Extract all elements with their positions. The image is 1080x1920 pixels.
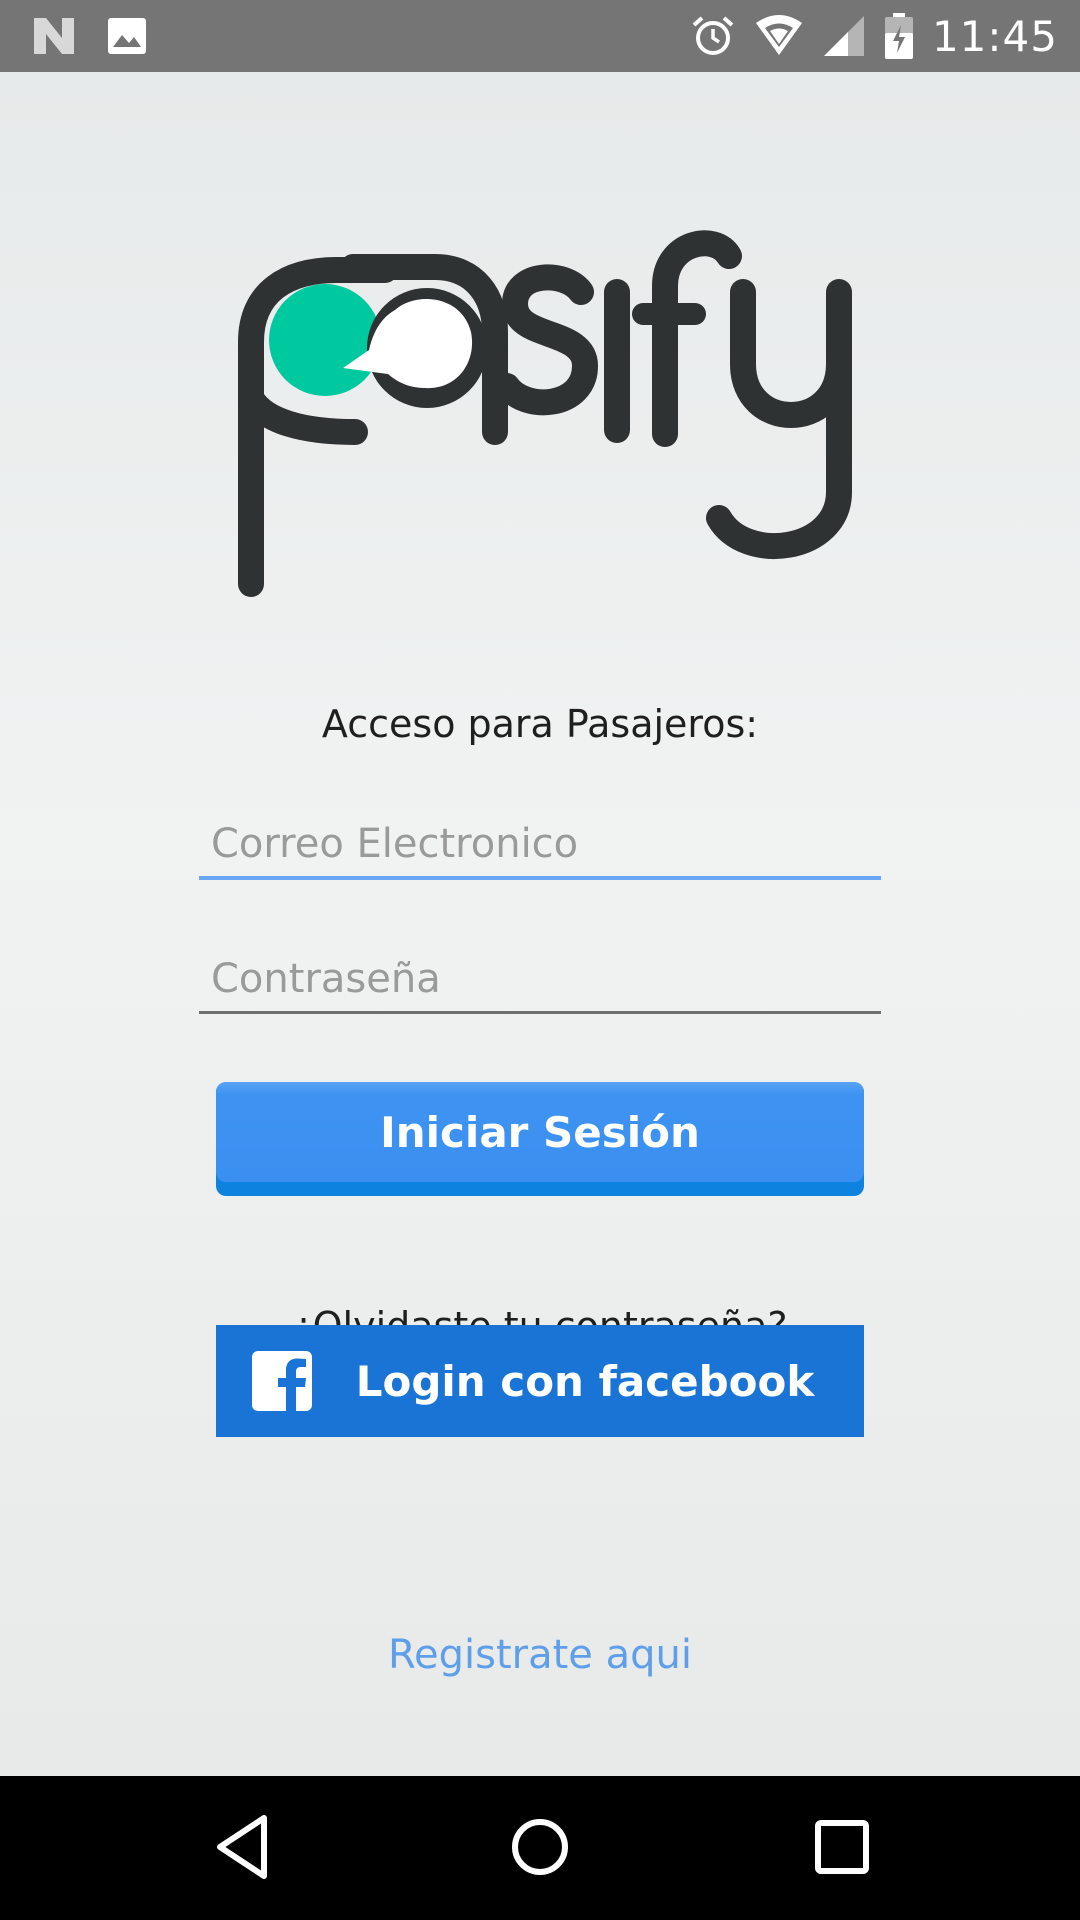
login-button[interactable]: Iniciar Sesión xyxy=(216,1082,864,1196)
home-icon[interactable] xyxy=(510,1812,570,1882)
wifi-icon xyxy=(755,15,802,55)
alarm-icon xyxy=(692,16,734,55)
facebook-icon xyxy=(252,1351,312,1411)
back-icon[interactable] xyxy=(212,1812,272,1882)
password-field-container xyxy=(199,947,881,1014)
password-field[interactable] xyxy=(199,947,881,1011)
facebook-login-label: Login con facebook xyxy=(355,1356,815,1406)
status-bar: 11:45 xyxy=(0,0,1080,72)
email-field[interactable] xyxy=(199,812,881,876)
navigation-bar xyxy=(0,1776,1080,1920)
email-field-container xyxy=(199,812,881,880)
access-title: Acceso para Pasajeros: xyxy=(321,702,759,746)
signal-icon xyxy=(823,16,864,56)
login-screen: Acceso para Pasajeros: Iniciar Sesión ¿O… xyxy=(0,72,1080,1776)
password-underline xyxy=(199,1011,881,1014)
recents-icon[interactable] xyxy=(812,1812,872,1882)
login-button-label: Iniciar Sesión xyxy=(216,1082,864,1182)
register-link[interactable]: Registrate aqui xyxy=(0,1632,1080,1678)
n-logo-icon xyxy=(34,18,74,54)
status-time: 11:45 xyxy=(931,11,1058,61)
battery-charging-icon xyxy=(884,13,913,59)
facebook-login-button[interactable]: Login con facebook xyxy=(216,1325,864,1437)
email-underline xyxy=(199,876,881,880)
image-icon xyxy=(108,18,146,54)
pasify-logo xyxy=(238,230,852,597)
